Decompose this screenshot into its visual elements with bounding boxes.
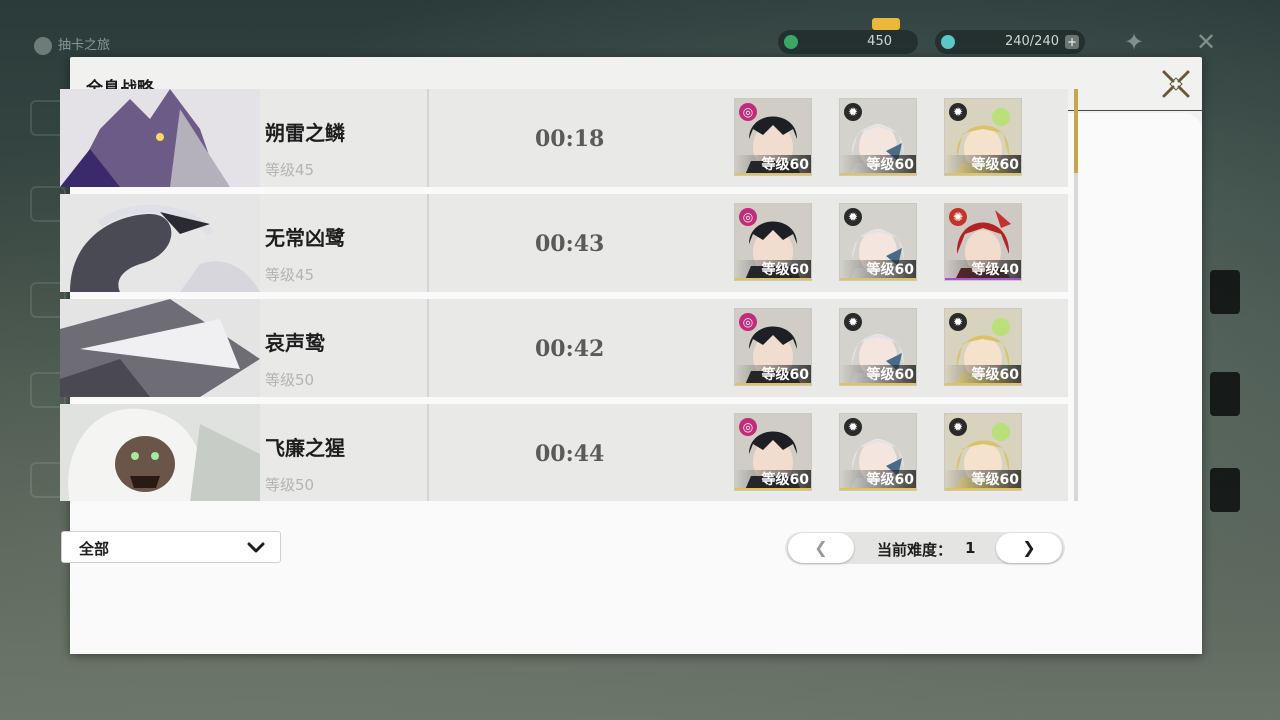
team-character-card[interactable]: ✹ 等级60 [840, 204, 916, 280]
scrollbar[interactable] [1074, 89, 1078, 501]
side-card-3 [1210, 468, 1240, 512]
row-divider [427, 89, 429, 187]
top-hud: 抽卡之旅 450 240/240 + ✦ ✕ [0, 0, 1280, 56]
boss-level: 等级50 [265, 371, 315, 389]
team-character-card[interactable]: ◎ 等级60 [735, 414, 811, 490]
character-level: 等级60 [945, 155, 1021, 175]
difficulty-label: 当前难度： [877, 541, 953, 559]
strategy-list[interactable]: 朔雷之鳞 等级45 00:18 ◎ 等级60 ✹ 等级60 ✹ 等级60 无常凶… [60, 89, 1068, 501]
row-divider [427, 194, 429, 292]
settings-icon[interactable]: ✦ [1120, 28, 1148, 56]
team-character-card[interactable]: ✹ 等级60 [945, 99, 1021, 175]
character-level: 等级40 [945, 260, 1021, 280]
boss-name: 无常凶鹭 [265, 226, 345, 250]
sun-element-icon: ✹ [844, 313, 862, 331]
boss-portrait [60, 299, 260, 397]
boss-name: 朔雷之鳞 [265, 121, 345, 145]
currency-1[interactable]: 450 [778, 30, 918, 54]
chevron-down-icon [247, 542, 265, 553]
character-level: 等级60 [840, 365, 916, 385]
currency-tag [872, 18, 900, 30]
clear-time: 00:43 [535, 231, 605, 257]
sun-element-icon: ✹ [949, 313, 967, 331]
character-level: 等级60 [735, 260, 811, 280]
sun-element-icon: ✹ [844, 208, 862, 226]
close-button[interactable] [1160, 68, 1192, 100]
team-character-card[interactable]: ✹ 等级60 [945, 414, 1021, 490]
filter-dropdown[interactable]: 全部 [61, 531, 281, 563]
boss-portrait [60, 404, 260, 501]
boss-portrait [60, 194, 260, 292]
sun-element-icon: ✹ [949, 103, 967, 121]
boss-level: 等级45 [265, 161, 315, 179]
character-level: 等级60 [735, 470, 811, 490]
character-level: 等级60 [735, 365, 811, 385]
scrollbar-thumb[interactable] [1074, 89, 1078, 173]
coin-icon [784, 35, 798, 49]
exit-icon[interactable]: ✕ [1192, 28, 1220, 56]
close-icon [1162, 70, 1190, 98]
team-character-card[interactable]: ◎ 等级60 [735, 309, 811, 385]
add-icon[interactable]: + [1065, 35, 1079, 49]
side-card-2 [1210, 372, 1240, 416]
home-icon [34, 36, 52, 55]
clear-time: 00:44 [535, 441, 605, 467]
clear-time: 00:42 [535, 336, 605, 362]
boss-name: 哀声鸷 [265, 331, 325, 355]
character-level: 等级60 [945, 470, 1021, 490]
boss-level: 等级45 [265, 266, 315, 284]
spiral-element-icon: ◎ [739, 313, 757, 331]
sun-element-icon: ✹ [949, 418, 967, 436]
team-character-card[interactable]: ◎ 等级60 [735, 204, 811, 280]
sun-element-icon: ✹ [844, 103, 862, 121]
team-character-card[interactable]: ✹ 等级60 [945, 309, 1021, 385]
list-item[interactable]: 朔雷之鳞 等级45 00:18 ◎ 等级60 ✹ 等级60 ✹ 等级60 [60, 89, 1068, 187]
row-divider [427, 299, 429, 397]
flame-element-icon: ✺ [949, 208, 967, 226]
character-level: 等级60 [735, 155, 811, 175]
list-item[interactable]: 无常凶鹭 等级45 00:43 ◎ 等级60 ✹ 等级60 ✺ 等级40 [60, 194, 1068, 292]
difficulty-selector: ❮ 当前难度： 1 ❯ [785, 532, 1065, 564]
spiral-element-icon: ◎ [739, 418, 757, 436]
character-level: 等级60 [840, 260, 916, 280]
spiral-element-icon: ◎ [739, 103, 757, 121]
sun-element-icon: ✹ [844, 418, 862, 436]
difficulty-value: 1 [965, 539, 976, 557]
row-divider [427, 404, 429, 501]
boss-portrait [60, 89, 260, 187]
character-level: 等级60 [840, 155, 916, 175]
boss-name: 飞廉之猩 [265, 436, 345, 460]
spiral-element-icon: ◎ [739, 208, 757, 226]
side-card-1 [1210, 270, 1240, 314]
filter-selected-label: 全部 [79, 540, 110, 558]
team-character-card[interactable]: ✹ 等级60 [840, 414, 916, 490]
boss-level: 等级50 [265, 476, 315, 494]
character-level: 等级60 [945, 365, 1021, 385]
clear-time: 00:18 [535, 126, 605, 152]
list-item[interactable]: 哀声鸷 等级50 00:42 ◎ 等级60 ✹ 等级60 ✹ 等级60 [60, 299, 1068, 397]
top-left-title: 抽卡之旅 [34, 34, 110, 55]
stamina-icon [941, 35, 955, 49]
team-character-card[interactable]: ✺ 等级40 [945, 204, 1021, 280]
list-item[interactable]: 飞廉之猩 等级50 00:44 ◎ 等级60 ✹ 等级60 ✹ 等级60 [60, 404, 1068, 501]
difficulty-prev-button[interactable]: ❮ [788, 533, 854, 563]
team-character-card[interactable]: ✹ 等级60 [840, 309, 916, 385]
currency-2[interactable]: 240/240 + [935, 30, 1085, 54]
team-character-card[interactable]: ◎ 等级60 [735, 99, 811, 175]
team-character-card[interactable]: ✹ 等级60 [840, 99, 916, 175]
difficulty-next-button[interactable]: ❯ [996, 533, 1062, 563]
character-level: 等级60 [840, 470, 916, 490]
